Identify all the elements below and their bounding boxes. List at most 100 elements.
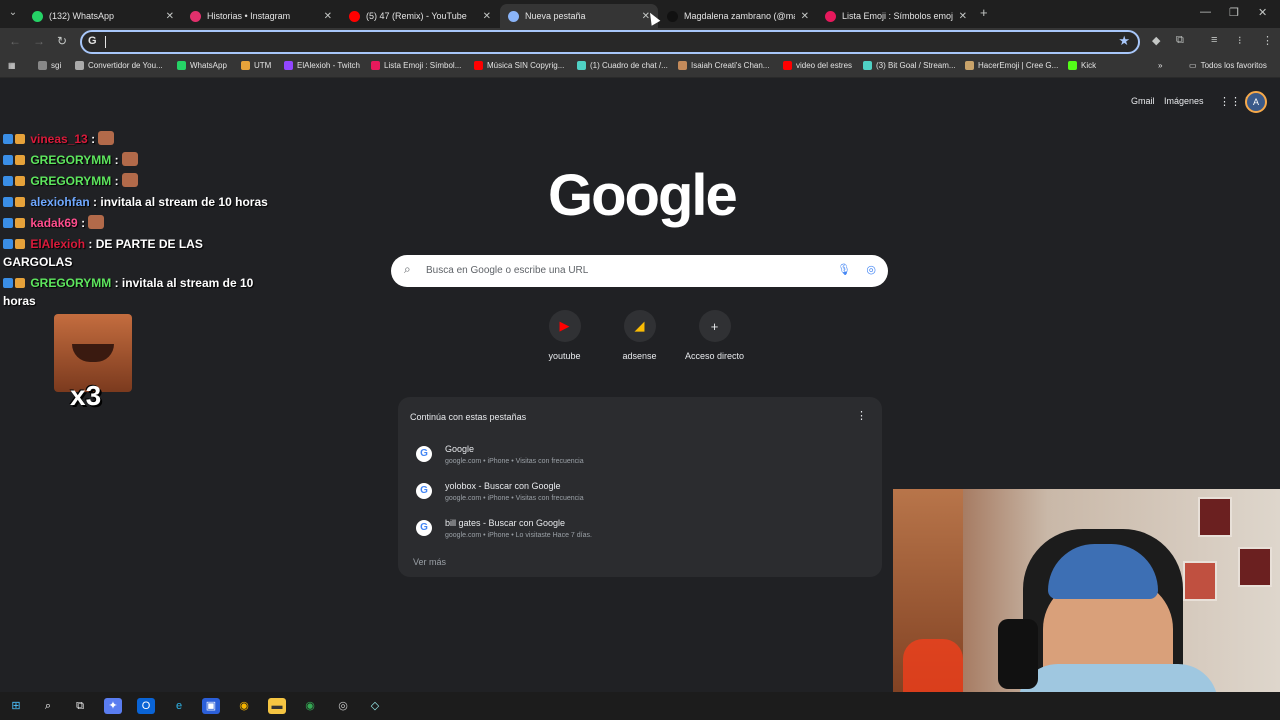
- minimize-icon[interactable]: —: [1200, 6, 1211, 18]
- profile-icon[interactable]: ⁝: [1238, 34, 1242, 47]
- obs-icon[interactable]: ◎: [334, 698, 352, 714]
- chrome-active-icon[interactable]: ◉: [301, 698, 319, 714]
- bookmark-label: WhatsApp: [190, 61, 227, 70]
- bookmark-item[interactable]: (1) Cuadro de chat /...: [577, 61, 668, 70]
- bookmark-label: sgi: [51, 61, 62, 70]
- bookmark-item[interactable]: sgi: [38, 61, 61, 70]
- tab-title: Lista Emoji : Símbolos emoji na: [842, 11, 953, 21]
- copilot-icon[interactable]: ✦: [104, 698, 122, 714]
- bookmark-item[interactable]: (3) Bit Goal / Stream...: [863, 61, 956, 70]
- shortcut-3[interactable]: + Acceso directo: [677, 310, 752, 361]
- bookmark-item[interactable]: WhatsApp: [177, 61, 227, 70]
- bookmark-favicon-icon: [241, 61, 250, 70]
- apps-grid-icon[interactable]: ▦: [8, 61, 16, 70]
- address-bar[interactable]: G ★: [80, 30, 1140, 54]
- file-explorer-icon[interactable]: ▬: [268, 698, 286, 714]
- badge-icon: [3, 197, 13, 207]
- chat-message: GREGORYMM :: [3, 172, 268, 190]
- bookmark-favicon-icon: [783, 61, 792, 70]
- bookmark-label: Kick: [1081, 61, 1097, 70]
- continue-row[interactable]: G yolobox - Buscar con Google google.com…: [406, 474, 874, 508]
- extensions-puzzle-icon[interactable]: ⧉: [1176, 34, 1184, 47]
- badge-icon: [15, 218, 25, 228]
- bookmark-item[interactable]: video del estres: [783, 61, 852, 70]
- app-icon[interactable]: ◇: [366, 698, 384, 714]
- close-window-icon[interactable]: ✕: [1258, 6, 1267, 19]
- continue-heading: Continúa con estas pestañas: [410, 412, 527, 422]
- account-avatar[interactable]: A: [1245, 91, 1267, 113]
- edge-icon[interactable]: e: [170, 698, 188, 714]
- close-tab-icon[interactable]: ✕: [959, 11, 967, 22]
- bookmark-item[interactable]: HacerEmoji | Cree G...: [965, 61, 1058, 70]
- webcam-overlay: [893, 489, 1280, 720]
- search-icon: ⌕: [404, 262, 411, 276]
- bookmark-label: Música SIN Copyrig...: [487, 61, 565, 70]
- google-lens-icon[interactable]: ◎: [866, 263, 876, 276]
- outlook-icon[interactable]: O: [137, 698, 155, 714]
- bookmark-item[interactable]: Isaiah Creati's Chan...: [678, 61, 769, 70]
- bookmark-item[interactable]: UTM: [241, 61, 271, 70]
- reload-icon[interactable]: ↻: [57, 34, 67, 48]
- bookmark-item[interactable]: Lista Emoji : Símbol...: [371, 61, 461, 70]
- media-control-icon[interactable]: ≡: [1211, 34, 1217, 46]
- chat-text: :: [114, 153, 119, 167]
- tab-1[interactable]: (132) WhatsApp ✕: [24, 4, 182, 28]
- tab-search-icon[interactable]: ⌄: [4, 4, 22, 22]
- bookmark-label: (1) Cuadro de chat /...: [590, 61, 668, 70]
- forward-icon[interactable]: →: [33, 34, 45, 48]
- adsense-icon: ◢: [634, 318, 645, 333]
- bookmark-label: Convertidor de You...: [88, 61, 163, 70]
- shortcut-label: Acceso directo: [684, 351, 745, 361]
- images-link[interactable]: Imágenes: [1164, 96, 1204, 106]
- extension-diamond-icon[interactable]: ◆: [1152, 34, 1160, 47]
- bookmark-label: ElAlexioh - Twitch: [297, 61, 360, 70]
- bookmark-favicon-icon: [678, 61, 687, 70]
- plus-icon: +: [710, 318, 719, 334]
- emoji-icon: [825, 10, 836, 22]
- store-icon[interactable]: ▣: [202, 698, 220, 714]
- windows-start-icon[interactable]: ⊞: [7, 698, 25, 714]
- search-taskbar-icon[interactable]: ⌕: [39, 698, 57, 714]
- bookmark-item[interactable]: ElAlexioh - Twitch: [284, 61, 360, 70]
- bookmark-favicon-icon: [474, 61, 483, 70]
- search-box[interactable]: ⌕ Busca en Google o escribe una URL 🎙 ◎: [391, 255, 888, 287]
- bookmark-item[interactable]: Kick: [1068, 61, 1096, 70]
- close-tab-icon[interactable]: ✕: [483, 11, 491, 22]
- new-tab-button[interactable]: +: [980, 5, 988, 20]
- bookmark-star-icon[interactable]: ★: [1118, 33, 1130, 49]
- badge-icon: [15, 278, 25, 288]
- bookmark-favicon-icon: [75, 61, 84, 70]
- tab-5[interactable]: Magdalena zambrano (@magd ✕: [659, 4, 817, 28]
- microphone-icon[interactable]: 🎙: [837, 263, 851, 276]
- bookmark-item[interactable]: Música SIN Copyrig...: [474, 61, 564, 70]
- close-tab-icon[interactable]: ✕: [801, 11, 809, 22]
- chat-message: alexiohfan : invitala al stream de 10 ho…: [3, 193, 268, 211]
- tab-2[interactable]: Historias • Instagram ✕: [182, 4, 340, 28]
- shortcut-1[interactable]: ▶ youtube: [527, 310, 602, 361]
- continue-row[interactable]: G bill gates - Buscar con Google google.…: [406, 511, 874, 545]
- close-tab-icon[interactable]: ✕: [324, 11, 332, 22]
- chat-username: ElAlexioh: [30, 237, 86, 251]
- tab-3[interactable]: (5) 47 (Remix) - YouTube ✕: [341, 4, 499, 28]
- tab-6[interactable]: Lista Emoji : Símbolos emoji na ✕: [817, 4, 975, 28]
- card-menu-icon[interactable]: ⋮: [856, 409, 867, 422]
- chat-text: : invitala al stream de 10 horas: [93, 195, 268, 209]
- shortcut-2[interactable]: ◢ adsense: [602, 310, 677, 361]
- chrome-taskbar-icon[interactable]: ◉: [235, 698, 253, 714]
- chat-message: kadak69 :: [3, 214, 268, 232]
- task-view-icon[interactable]: ⧉: [71, 698, 89, 714]
- gmail-link[interactable]: Gmail: [1131, 96, 1155, 106]
- tab-4[interactable]: Nueva pestaña ✕: [500, 4, 658, 28]
- browser-toolbar: ← → ↻ G ★ ◆ ⧉ ≡ ⁝ ⋮: [0, 28, 1280, 56]
- text-caret: [105, 36, 106, 48]
- close-tab-icon[interactable]: ✕: [166, 11, 174, 22]
- bookmark-item[interactable]: Convertidor de You...: [75, 61, 163, 70]
- see-more-link[interactable]: Ver más: [413, 557, 446, 567]
- all-bookmarks-button[interactable]: ▭ Todos los favoritos: [1189, 61, 1267, 70]
- menu-kebab-icon[interactable]: ⋮: [1262, 34, 1273, 47]
- restore-icon[interactable]: ❐: [1229, 6, 1239, 19]
- chat-message: vineas_13 :: [3, 130, 268, 148]
- more-bookmarks-chevron-icon[interactable]: »: [1158, 61, 1162, 70]
- continue-row[interactable]: G Google google.com • iPhone • Visitas c…: [406, 437, 874, 471]
- back-icon[interactable]: ←: [9, 34, 21, 48]
